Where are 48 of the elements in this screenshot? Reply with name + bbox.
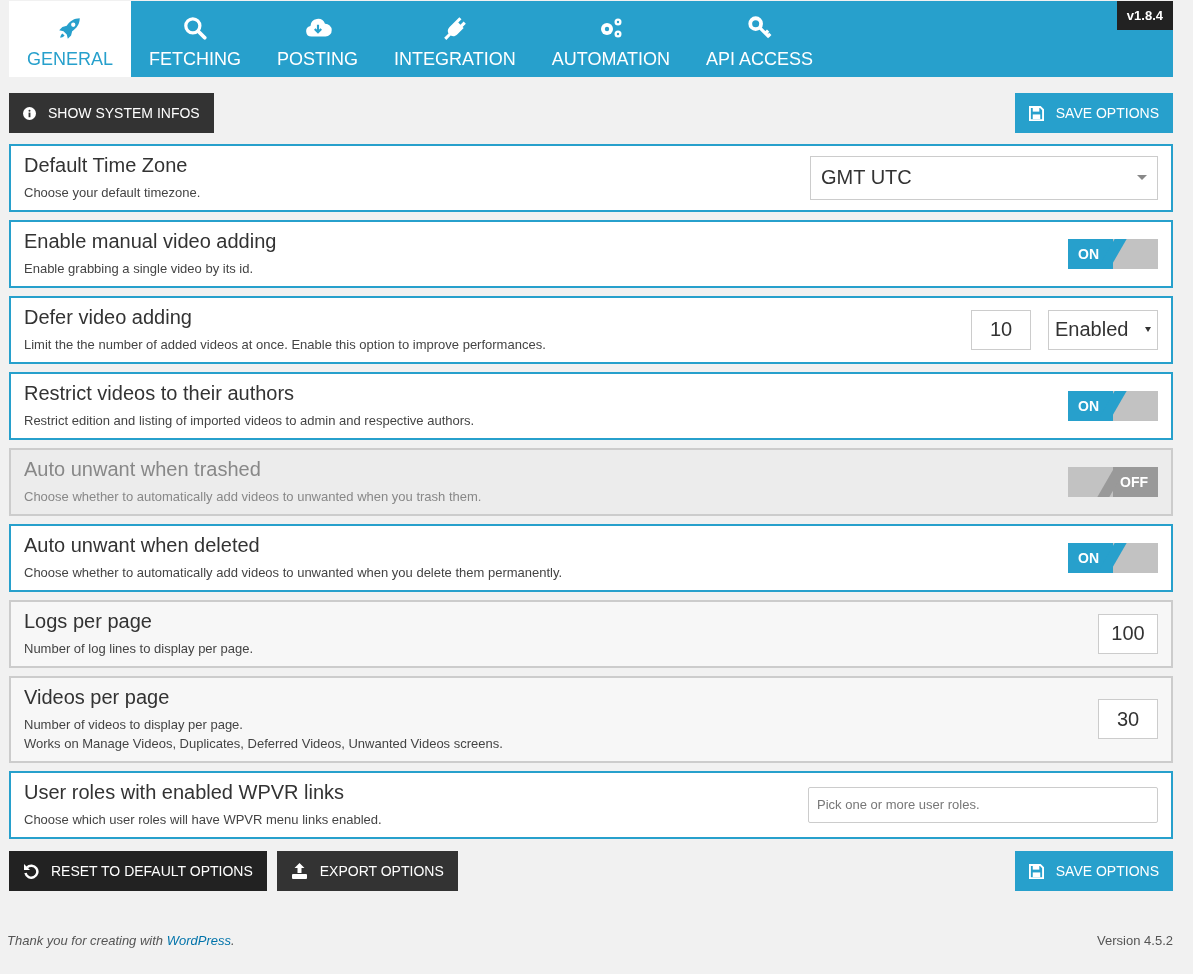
reset-button[interactable]: RESET TO DEFAULT OPTIONS <box>9 851 267 891</box>
system-info-button[interactable]: SHOW SYSTEM INFOS <box>9 93 214 133</box>
option-description: Number of videos to display per page. <box>24 716 244 734</box>
tab[interactable]: AUTOMATION <box>533 1 689 77</box>
undo-icon <box>23 863 39 879</box>
option-description: Restrict edition and listing of imported videos to admin and respective authors. <box>24 412 475 430</box>
footer-credit: Thank you for creating with WordPress. <box>7 933 235 948</box>
option-description: Enable grabbing a single video by its id. <box>24 260 255 278</box>
user-roles-field[interactable]: Pick one or more user roles. <box>808 786 1158 823</box>
tab[interactable]: POSTING <box>259 1 377 77</box>
option-title: User roles with enabled WPVR links <box>24 780 346 804</box>
caret-icon <box>1145 327 1151 332</box>
option-description: Choose whether to automatically add videos to unwanted when you delete them permanently. <box>24 564 563 582</box>
wordpress-link[interactable]: WordPress <box>166 933 231 948</box>
save-options-button[interactable]: SAVE OPTIONS <box>1014 851 1173 891</box>
tab[interactable]: FETCHING <box>131 1 260 77</box>
plug-icon <box>441 14 468 41</box>
upload-icon <box>290 863 308 879</box>
search-icon <box>182 14 209 41</box>
version-badge: v1.8.4 <box>1116 1 1173 30</box>
key-icon <box>746 14 773 41</box>
caret-icon <box>1137 175 1147 180</box>
option-description: Number of log lines to display per page. <box>24 640 254 658</box>
option-title: Restrict videos to their authors <box>24 381 296 405</box>
option-description: Works on Manage Videos, Duplicates, Deferred Videos, Unwanted Videos screens. <box>24 735 503 753</box>
option-title: Auto unwant when trashed <box>24 457 262 481</box>
number-field[interactable]: 10 <box>971 309 1031 350</box>
option-title: Auto unwant when deleted <box>24 533 261 557</box>
option-description: Choose which user roles will have WPVR menu links enabled. <box>24 811 382 829</box>
tab[interactable]: GENERAL <box>9 1 132 77</box>
option-title: Videos per page <box>24 685 171 709</box>
number-field[interactable]: 30 <box>1098 699 1158 739</box>
version-text: Version 4.5.2 <box>1097 933 1173 948</box>
option-description: Choose your default timezone. <box>24 184 201 202</box>
save-options-button[interactable]: SAVE OPTIONS <box>1014 93 1173 133</box>
option-title: Defer video adding <box>24 305 193 329</box>
number-field[interactable]: 100 <box>1098 613 1158 654</box>
tab[interactable]: API ACCESS <box>688 1 832 77</box>
option-description: Choose whether to automatically add videos to unwanted when you trash them. <box>24 488 482 506</box>
option-title: Enable manual video adding <box>24 229 277 253</box>
status-dropdown[interactable]: Enabled <box>1048 309 1158 350</box>
option-title: Logs per page <box>24 609 153 633</box>
timezone-dropdown[interactable]: GMT UTC <box>810 155 1158 200</box>
tab[interactable]: INTEGRATION <box>376 1 534 77</box>
option-title: Default Time Zone <box>24 153 189 177</box>
option-description: Limit the the number of added videos at once. Enable this option to improve performances. <box>24 336 546 354</box>
info-icon <box>23 106 36 120</box>
export-button[interactable]: EXPORT OPTIONS <box>276 851 458 891</box>
